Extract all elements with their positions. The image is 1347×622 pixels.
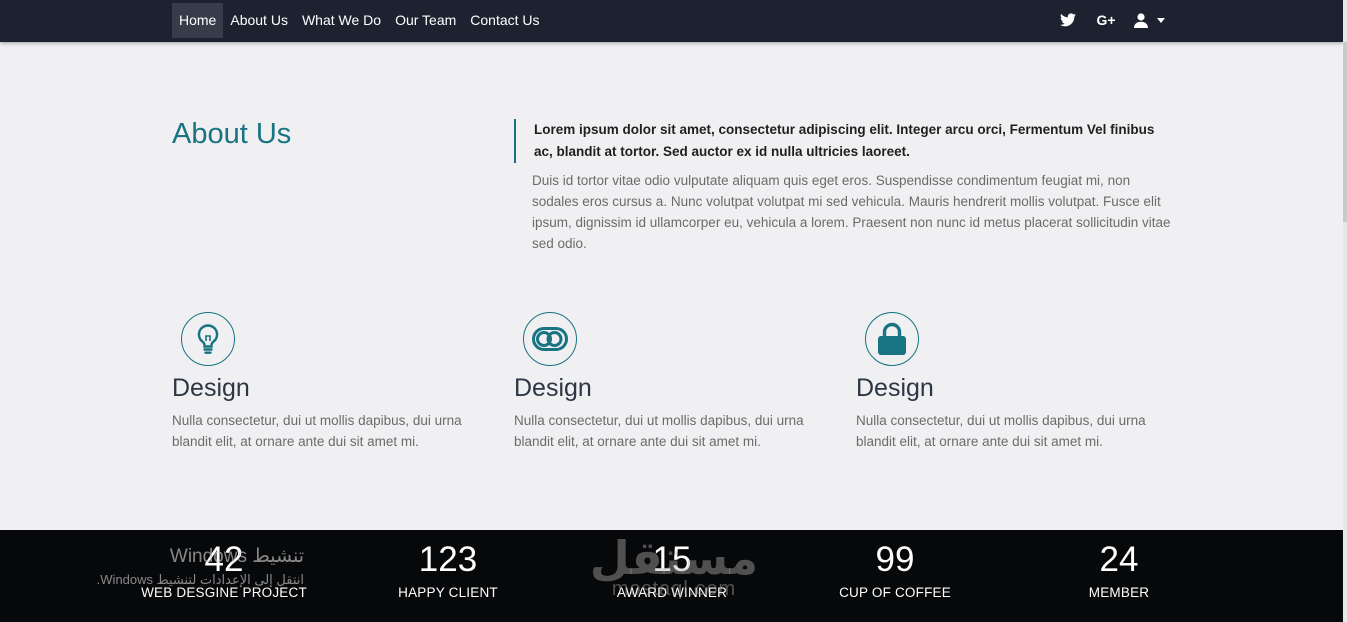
feature-card: Design Nulla consectetur, dui ut mollis …: [514, 312, 834, 452]
scrollbar-thumb[interactable]: [1343, 42, 1347, 222]
feature-text: Nulla consectetur, dui ut mollis dapibus…: [856, 413, 1146, 449]
stat-item: 123 HAPPY CLIENT: [333, 538, 563, 600]
user-menu[interactable]: [1131, 10, 1165, 30]
twitter-icon[interactable]: [1058, 10, 1078, 30]
stat-value: 99: [875, 540, 915, 579]
google-plus-icon[interactable]: G+: [1094, 10, 1118, 30]
nav-social: G+: [1058, 10, 1165, 30]
stat-item: 99 CUP OF COFFEE: [780, 538, 1010, 600]
nav-about-link[interactable]: About Us: [223, 3, 295, 38]
nav-our-team-link[interactable]: Our Team: [388, 3, 463, 38]
stat-value: 123: [418, 540, 478, 579]
nav-home-link[interactable]: Home: [172, 3, 224, 38]
watermark-arabic: مستقل: [589, 532, 759, 584]
lightbulb-icon: [181, 312, 235, 366]
stat-label: MEMBER: [1088, 585, 1150, 600]
stat-label: CUP OF COFFEE: [839, 585, 951, 600]
feature-title: Design: [172, 374, 250, 402]
navbar: Home About Us What We Do Our Team Contac…: [0, 0, 1343, 42]
user-icon: [1131, 10, 1151, 30]
feature-title: Design: [514, 374, 592, 402]
chevron-down-icon: [1157, 17, 1165, 23]
watermark-latin: mostaql.com: [611, 578, 737, 600]
scrollbar[interactable]: [1343, 0, 1347, 622]
about-title: About Us: [172, 118, 292, 150]
toggle-icon: [523, 312, 577, 366]
mostaql-watermark: مستقل mostaql.com: [586, 534, 762, 601]
feature-text: Nulla consectetur, dui ut mollis dapibus…: [514, 413, 804, 449]
stat-label: HAPPY CLIENT: [398, 585, 498, 600]
activation-title: تنشيط Windows: [169, 546, 304, 567]
windows-activation-notice: تنشيط Windows انتقل إلى الإعدادات لتنشيط…: [64, 545, 304, 588]
feature-card: Design Nulla consectetur, dui ut mollis …: [172, 312, 492, 452]
nav-links: Home About Us What We Do Our Team Contac…: [172, 3, 547, 38]
nav-what-we-do-link[interactable]: What We Do: [295, 3, 388, 38]
activation-subtitle: انتقل إلى الإعدادات لتنشيط Windows.: [96, 572, 304, 587]
feature-title: Design: [856, 374, 934, 402]
about-lead-quote: Lorem ipsum dolor sit amet, consectetur …: [514, 119, 1174, 163]
stat-item: 24 MEMBER: [1004, 538, 1234, 600]
lock-icon: [865, 312, 919, 366]
about-body-text: Duis id tortor vitae odio vulputate aliq…: [532, 173, 1171, 251]
nav-contact-link[interactable]: Contact Us: [463, 3, 546, 38]
feature-card: Design Nulla consectetur, dui ut mollis …: [856, 312, 1176, 452]
stat-value: 24: [1099, 540, 1139, 579]
feature-text: Nulla consectetur, dui ut mollis dapibus…: [172, 413, 462, 449]
